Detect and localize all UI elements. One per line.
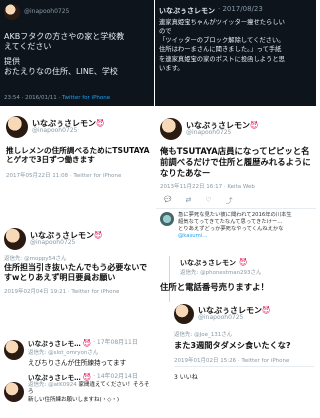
avatar[interactable]: [4, 4, 20, 20]
tweet-text-line: 提供: [4, 57, 20, 66]
user-handle[interactable]: @inapooh0725: [24, 8, 69, 16]
reply-to[interactable]: 返信先: @Joe_131さん: [174, 330, 232, 338]
tweet-card-address-staff[interactable]: いなぷぅさレモン😈 @inapooh0725 返信先: @moppy54さん 住…: [0, 222, 154, 304]
emoji-icon: 😈: [94, 230, 103, 240]
action-bar: 💬 ⇄ ♡ ⤴: [164, 196, 233, 206]
tweet-header: いなぷぅさレモン😈 @inapooh0725: [4, 228, 102, 250]
tweet-text-line: 前調べるだけで住所と履歴みれるように: [160, 156, 311, 167]
tweet-meta: 23:54 · 2016/01/11 · Twitter for iPhone: [4, 95, 111, 101]
reply-to[interactable]: 返信先: @moppy54さん: [4, 254, 67, 262]
reply-to[interactable]: 返信先: @phonestman293さん: [180, 268, 262, 276]
timestamp[interactable]: 2013年11月22日 16:17 · Keita Web: [160, 182, 255, 190]
emoji-icon: 😈: [250, 120, 259, 130]
source-link[interactable]: Twitter for iPhone: [62, 95, 110, 101]
tweet-date[interactable]: · 2017/08/23: [218, 5, 263, 16]
reply-to[interactable]: 返信先: @atK0924: [28, 382, 77, 388]
retweet-icon[interactable]: ⇄: [185, 196, 191, 206]
tweet-card-tsutaya[interactable]: いなぷぅさレモン😈 @inapooh0725 推しレメンの住所調べるためにTSU…: [0, 108, 154, 188]
tweet-body: また3週間タダメシ食いたくな?: [174, 340, 291, 350]
emoji-icon: 😈: [239, 258, 248, 267]
likes-count[interactable]: 3 いいね: [174, 372, 198, 381]
emoji-icon: 😈: [82, 372, 92, 382]
user-name[interactable]: いなぷぅさレモン: [180, 258, 236, 268]
avatar[interactable]: [160, 212, 174, 226]
user-handle[interactable]: @inapooh0725: [30, 239, 102, 247]
tweet-header: いなぷぅさレモン · 2017/08/23: [159, 5, 263, 16]
like-icon[interactable]: ♡: [205, 196, 211, 206]
tweet-body: 推しレメンの住所調べるためにTSUTAYA とゲオで3日ずつ働きます: [6, 146, 154, 165]
divider: [174, 366, 314, 367]
tweet-text-line: ので: [159, 28, 172, 36]
reply-icon[interactable]: 💬: [164, 196, 171, 206]
avatar[interactable]: [4, 340, 24, 360]
tweet-header: いなぷぅさレモン😈 @inapooh0725: [160, 118, 258, 140]
tweet-text-line: 住所担当引き抜いたんでもう必要ないで: [4, 263, 148, 272]
timestamp[interactable]: 2017年05月22日 11:08 · Twitter for iPhone: [6, 171, 121, 179]
tweet-header: いなぷぅさレモン😈 @inapooh0725: [6, 116, 104, 138]
tweet-body: AKBフタクの方さやの家と学校教 えてください 提供 おたえりなの住所、LINE…: [4, 32, 154, 77]
emoji-icon: 😈: [96, 118, 105, 128]
tweet-body: 住所と電話番号売りますよ！: [160, 282, 269, 292]
tweet-card-tsutaya-clerk[interactable]: いなぷぅさレモン😈 @inapooh0725 俺もTSUTAYA店員になってピピ…: [156, 108, 316, 256]
tweet-body: 返信先: @atK0924 家間違えてください！そろそろ 新しい住所練お願いしま…: [28, 382, 153, 404]
thread-line: [169, 256, 170, 302]
user-handle[interactable]: @inapooh0725: [32, 127, 104, 135]
quoted-tweet[interactable]: 急に夢死な見たい彼に聞われて2016年の川本生 超気なてってきてたなんて思ってき…: [160, 212, 316, 241]
user-handle[interactable]: @inapooh0725: [186, 129, 258, 137]
reply-to[interactable]: 返信先: @slot_omryonさん: [28, 348, 98, 356]
tweet-text-line: 住所はわーまさんに聞きました。」って手紙: [159, 46, 282, 54]
quote-mention[interactable]: @kasumi…: [178, 233, 316, 240]
tweet-body: 俺もTSUTAYA店員になってピピッと名 前調べるだけで住所と履歴みれるように …: [160, 146, 316, 179]
tweet-text-line: います。: [159, 64, 184, 72]
tweet-header: いなぷぅさレモン😈 @inapooh0725: [174, 304, 270, 324]
avatar[interactable]: [174, 304, 194, 324]
divider: [156, 208, 316, 209]
tweet-header: いなぷぅさレモ… 😈 · 14年02月14日: [28, 372, 138, 383]
tweet-card-ebichiri[interactable]: いなぷぅさレモ… 😈 · 17年08月11日 返信先: @slot_omryon…: [0, 334, 154, 372]
tweet-text-line: とゲオで3日ずつ働きます: [6, 155, 95, 165]
tweet-card-sell-info[interactable]: いなぷぅさレモン 😈 返信先: @phonestman293さん 住所と電話番号…: [156, 256, 316, 302]
quote-text-line: とりあえずどっか夢死なやってくんねえかな: [178, 226, 284, 233]
user-name[interactable]: いなぷぅさレモン: [159, 6, 215, 16]
tweet-header: @inapooh0725: [4, 4, 69, 20]
timestamp[interactable]: 2019年02月04日 19:21 · Twitter for iPhone: [4, 287, 119, 295]
timestamp[interactable]: 2019年01月02日 15:26 · Twitter for iPhone: [174, 356, 289, 364]
tweet-text-line: おたえりなの住所、LINE、学校: [4, 67, 118, 76]
emoji-icon: 😈: [262, 305, 271, 315]
tweet-text-line: AKBフタクの方さやの家と学校教: [4, 32, 125, 41]
avatar[interactable]: [4, 228, 26, 250]
tweet-text-line: すwとりあえず明日要員お願い: [4, 273, 116, 283]
avatar[interactable]: [4, 382, 24, 402]
tweet-text-line: を連家真姫宝の家のポストに投函しようと思: [159, 55, 285, 63]
avatar[interactable]: [160, 118, 182, 140]
tweet-card-top-right[interactable]: いなぷぅさレモン · 2017/08/23 連家真姫宝ちゃんがツイッター痩せたら…: [155, 0, 316, 106]
tweet-card-free-meal[interactable]: いなぷぅさレモン😈 @inapooh0725 返信先: @Joe_131さん ま…: [156, 302, 316, 418]
user-name[interactable]: いなぷぅさレモ…: [28, 338, 81, 348]
tweet-text-line: 俺もTSUTAYA店員になってピピッと名: [160, 146, 310, 156]
avatar[interactable]: [6, 116, 28, 138]
share-icon[interactable]: ⤴: [226, 196, 233, 206]
tweet-header: いなぷぅさレモン 😈: [180, 258, 247, 268]
tweet-card-top-left[interactable]: @inapooh0725 AKBフタクの方さやの家と学校教 えてください 提供 …: [0, 0, 154, 106]
timestamp[interactable]: 23:54 · 2016/01/11: [4, 95, 57, 101]
tweet-body: 連家真姫宝ちゃんがツイッター痩せたらしい ので 「ツイッターのブロック解除してく…: [159, 18, 315, 73]
tweet-date[interactable]: · 17年08月11日: [93, 339, 138, 347]
tweet-text-line: えてください: [4, 42, 52, 51]
tweet-header: いなぷぅさレモ… 😈 · 17年08月11日: [28, 338, 138, 349]
tweet-date[interactable]: · 14年02月14日: [93, 373, 138, 381]
emoji-icon: 😈: [82, 338, 92, 348]
tweet-text-line: 連家真姫宝ちゃんがツイッター痩せたらしい: [159, 19, 285, 26]
user-name[interactable]: いなぷぅさレモ…: [28, 372, 81, 382]
tweet-body: 住所担当引き抜いたんでもう必要ないで すwとりあえず明日要員お願い: [4, 263, 154, 284]
tweet-text-line: 新しい住所練お願いしますね(・◇・): [28, 396, 120, 403]
tweet-text-line: なりたあなー: [160, 167, 211, 178]
user-handle[interactable]: @inapooh0725: [198, 314, 270, 322]
tweet-card-new-address[interactable]: いなぷぅさレモ… 😈 · 14年02月14日 返信先: @atK0924 家間違…: [0, 372, 154, 418]
tweet-text-line: 「ツイッターのブロック解除してください。: [159, 37, 285, 45]
tweet-body: えびちりさんが住所練持ってます: [28, 359, 127, 367]
